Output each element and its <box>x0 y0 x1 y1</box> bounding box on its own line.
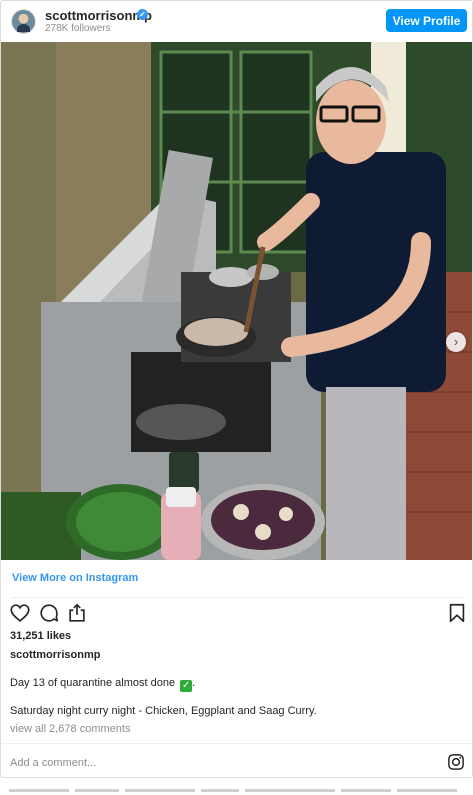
caption-text: Day 13 of quarantine almost done <box>10 677 176 689</box>
verified-badge-icon: ✓ <box>137 9 148 20</box>
post-photo[interactable]: › <box>1 42 472 560</box>
caption-line: Day 13 of quarantine almost done ✓. <box>10 677 195 692</box>
view-profile-button[interactable]: View Profile <box>386 9 467 32</box>
comment-icon[interactable] <box>38 602 60 624</box>
avatar[interactable] <box>11 9 36 34</box>
caption-text-line2: Saturday night curry night - Chicken, Eg… <box>10 705 317 717</box>
post-header: scottmorrisonmp ✓ 278K followers View Pr… <box>1 1 472 42</box>
instagram-embed-card: scottmorrisonmp ✓ 278K followers View Pr… <box>0 0 473 778</box>
username[interactable]: scottmorrisonmp <box>45 8 152 23</box>
share-icon[interactable] <box>66 602 88 624</box>
heart-icon[interactable] <box>9 602 31 624</box>
divider <box>1 743 472 744</box>
view-more-link[interactable]: View More on Instagram <box>12 572 138 584</box>
caption-username[interactable]: scottmorrisonmp <box>10 649 100 661</box>
instagram-icon[interactable] <box>447 753 465 771</box>
view-all-comments-link[interactable]: view all 2,678 comments <box>10 723 130 735</box>
add-comment-input[interactable]: Add a comment... <box>10 757 96 769</box>
truncated-article-text <box>9 786 464 795</box>
caption-period: . <box>192 677 196 689</box>
like-count[interactable]: 31,251 likes <box>10 630 71 642</box>
divider <box>11 597 465 598</box>
photo-illustration <box>1 42 472 560</box>
follower-count: 278K followers <box>45 23 111 34</box>
check-mark-emoji-icon: ✓ <box>180 680 193 692</box>
bookmark-icon[interactable] <box>446 602 468 624</box>
chevron-right-icon[interactable]: › <box>446 332 466 352</box>
